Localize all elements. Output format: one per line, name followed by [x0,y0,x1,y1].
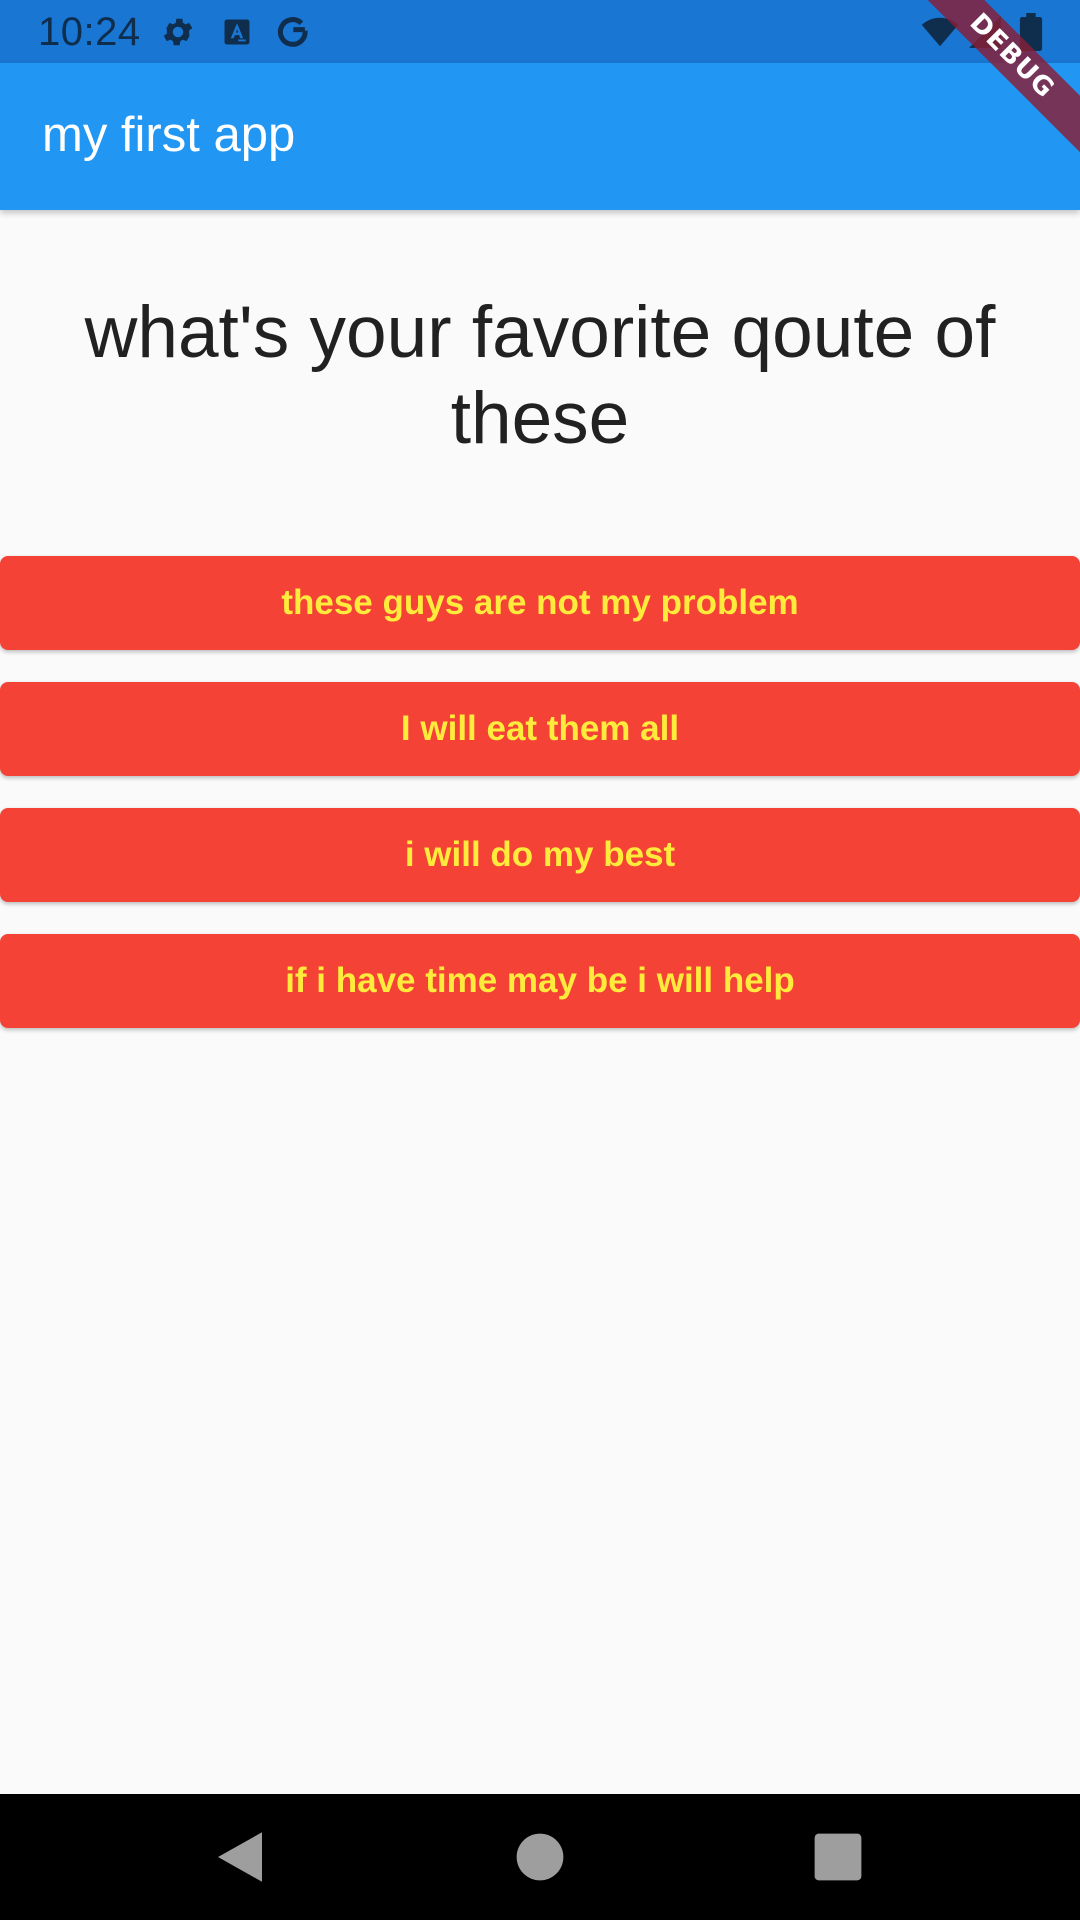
question-text: what's your favorite qoute of these [84,292,996,459]
app-bar: my first app [0,63,1080,210]
answer-button-4[interactable]: if i have time may be i will help [0,934,1080,1028]
status-time: 10:24 [38,10,141,54]
battery-icon [1019,13,1043,51]
answer-button-3[interactable]: i will do my best [0,808,1080,902]
text-a-icon [224,19,250,45]
back-icon[interactable] [207,1824,273,1890]
google-icon [277,17,308,47]
answer-list: these guys are not my problem I will eat… [0,556,1080,1060]
answer-button-2[interactable]: I will eat them all [0,682,1080,776]
status-bar: 10:24 [0,0,1080,63]
settings-icon [163,18,193,46]
wifi-icon [921,17,959,47]
recents-icon[interactable] [805,1824,871,1890]
navigation-bar [0,1794,1080,1920]
home-icon[interactable] [507,1824,573,1890]
signal-icon [969,16,1001,48]
app-title: my first app [42,108,296,162]
answer-button-1[interactable]: these guys are not my problem [0,556,1080,650]
